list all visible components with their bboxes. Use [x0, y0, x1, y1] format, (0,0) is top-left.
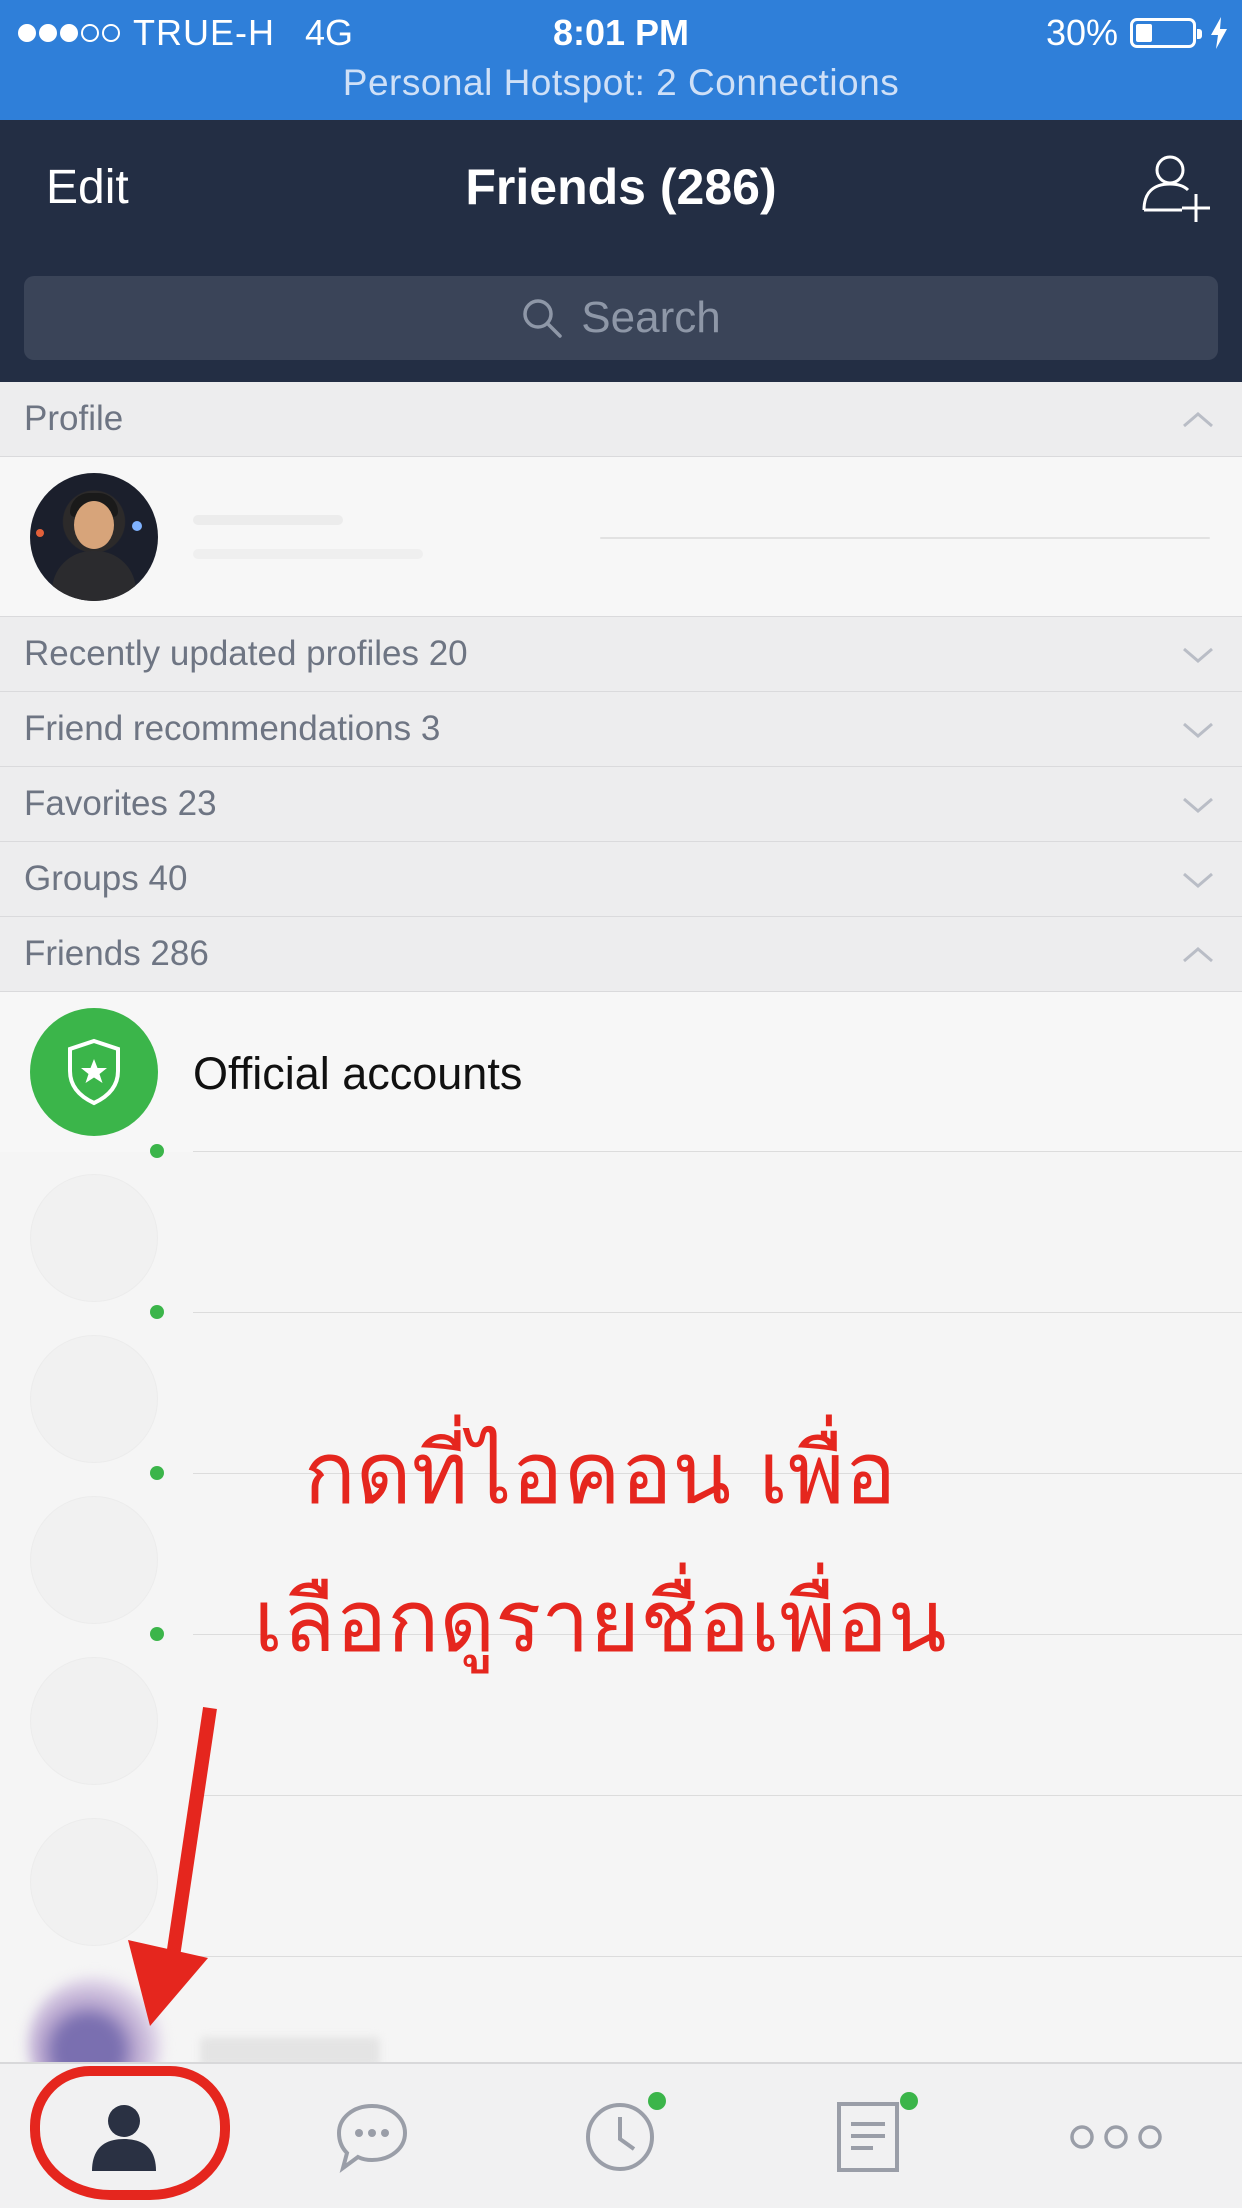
list-item[interactable] — [0, 1957, 1242, 2062]
list-item[interactable] — [0, 1144, 1242, 1313]
list-item[interactable] — [0, 1796, 1242, 1957]
chevron-up-icon — [1183, 412, 1213, 428]
tab-timeline[interactable] — [496, 2064, 744, 2208]
annotation-text: กดที่ไอคอน เพื่อ เลือกดูรายชื่อเพื่อน — [180, 1400, 1020, 1696]
battery-percent: 30% — [1045, 12, 1118, 53]
section-friends[interactable]: Friends 286 — [0, 917, 1242, 992]
friends-list[interactable]: Profile Recently updated profiles 20 Fri… — [0, 382, 1242, 2062]
notification-badge — [648, 2092, 666, 2110]
chevron-down-icon — [1183, 722, 1213, 738]
nav-header: Edit Friends (286) Search — [0, 120, 1242, 382]
tab-more[interactable] — [992, 2064, 1240, 2208]
news-icon — [837, 2102, 899, 2172]
add-friend-icon[interactable] — [1136, 146, 1216, 226]
avatar[interactable] — [30, 1657, 158, 1785]
online-indicator — [150, 1466, 164, 1480]
section-friend-recommendations-label: Friend recommendations 3 — [24, 709, 441, 748]
tab-bar — [0, 2062, 1242, 2208]
timeline-icon — [586, 2103, 654, 2171]
status-bar: TRUE-H 4G 8:01 PM 30% Personal Hotspot: … — [0, 0, 1242, 120]
annotation-line-2: เลือกดูรายชื่อเพื่อน — [253, 1572, 947, 1672]
more-icon — [1070, 2125, 1162, 2149]
battery-icon — [1130, 18, 1202, 48]
section-friends-label: Friends 286 — [24, 934, 209, 973]
online-indicator — [150, 1305, 164, 1319]
chevron-down-icon — [1183, 797, 1213, 813]
section-profile[interactable]: Profile — [0, 382, 1242, 457]
section-recently-updated-label: Recently updated profiles 20 — [24, 634, 468, 673]
section-profile-label: Profile — [24, 399, 124, 438]
tab-news[interactable] — [744, 2064, 992, 2208]
annotation-line-1: กดที่ไอคอน เพื่อ — [303, 1424, 897, 1524]
section-favorites-label: Favorites 23 — [24, 784, 217, 823]
avatar[interactable] — [28, 1977, 162, 2062]
online-indicator — [150, 1144, 164, 1158]
section-groups[interactable]: Groups 40 — [0, 842, 1242, 917]
chevron-down-icon — [1183, 647, 1213, 663]
section-recently-updated[interactable]: Recently updated profiles 20 — [0, 617, 1242, 692]
shield-star-icon — [30, 1008, 158, 1136]
charging-bolt-icon — [1211, 17, 1227, 49]
notification-badge — [900, 2092, 918, 2110]
search-input[interactable]: Search — [24, 276, 1218, 360]
online-indicator — [150, 1627, 164, 1641]
chevron-up-icon — [1183, 947, 1213, 963]
avatar[interactable] — [30, 1496, 158, 1624]
tab-chats[interactable] — [248, 2064, 496, 2208]
official-accounts-label: Official accounts — [193, 1048, 523, 1099]
section-favorites[interactable]: Favorites 23 — [0, 767, 1242, 842]
section-friend-recommendations[interactable]: Friend recommendations 3 — [0, 692, 1242, 767]
search-placeholder: Search — [581, 293, 721, 342]
chevron-down-icon — [1183, 872, 1213, 888]
hotspot-banner[interactable]: Personal Hotspot: 2 Connections — [0, 62, 1242, 104]
chats-icon — [336, 2103, 408, 2173]
avatar[interactable] — [30, 473, 158, 601]
avatar[interactable] — [30, 1818, 158, 1946]
section-groups-label: Groups 40 — [24, 859, 188, 898]
official-accounts-row[interactable]: Official accounts — [0, 992, 1242, 1152]
my-profile-row[interactable] — [0, 457, 1242, 617]
tab-friends[interactable] — [0, 2064, 248, 2208]
page-title: Friends (286) — [465, 159, 777, 215]
avatar[interactable] — [30, 1335, 158, 1463]
search-icon — [523, 299, 563, 338]
avatar[interactable] — [30, 1174, 158, 1302]
friends-icon — [92, 2105, 156, 2171]
